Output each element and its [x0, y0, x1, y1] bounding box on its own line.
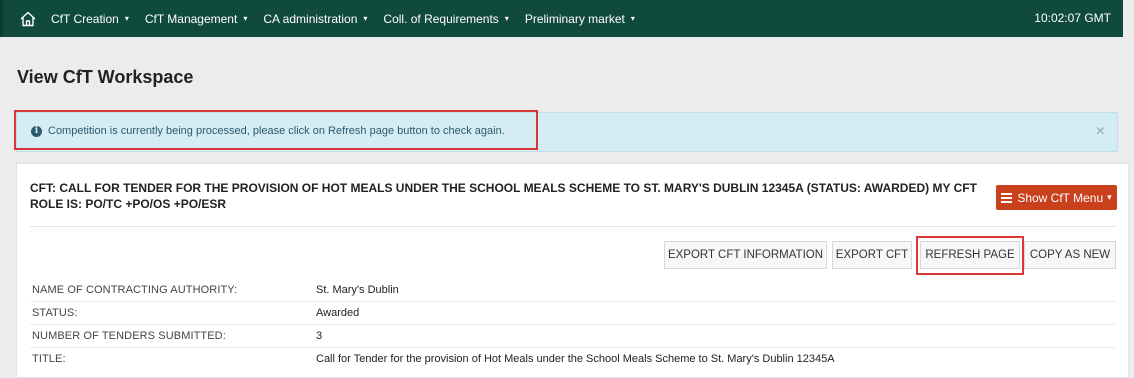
export-cft-information-button[interactable]: EXPORT CFT INFORMATION	[664, 241, 827, 269]
clock: 10:02:07 GMT	[1034, 11, 1111, 25]
detail-row: TITLE: Call for Tender for the provision…	[30, 348, 1116, 371]
chevron-down-icon: ▾	[124, 13, 129, 23]
export-cft-button[interactable]: EXPORT CFT	[832, 241, 912, 269]
refresh-page-button[interactable]: REFRESH PAGE	[920, 241, 1020, 269]
chevron-down-icon: ▾	[630, 13, 635, 23]
show-menu-label: Show CfT Menu	[1017, 190, 1104, 205]
info-alert: i Competition is currently being process…	[16, 112, 1118, 152]
nav-item-coll-of-requirements[interactable]: Coll. of Requirements ▾	[383, 12, 508, 26]
detail-label: STATUS:	[32, 307, 78, 319]
home-icon[interactable]	[17, 8, 39, 30]
alert-message: Competition is currently being processed…	[48, 125, 505, 137]
nav-item-preliminary-market[interactable]: Preliminary market ▾	[525, 12, 635, 26]
nav-item-label: Preliminary market	[524, 11, 625, 26]
nav-item-cft-management[interactable]: CfT Management ▾	[145, 12, 248, 26]
cft-heading: CFT: CALL FOR TENDER FOR THE PROVISION O…	[30, 181, 977, 211]
detail-label: NUMBER OF TENDERS SUBMITTED:	[32, 330, 226, 342]
chevron-down-icon: ▾	[504, 13, 509, 23]
detail-row: NUMBER OF TENDERS SUBMITTED: 3	[30, 325, 1116, 348]
nav-item-ca-administration[interactable]: CA administration ▾	[263, 12, 367, 26]
detail-row: NAME OF CONTRACTING AUTHORITY: St. Mary'…	[30, 279, 1116, 302]
info-icon: i	[31, 125, 42, 137]
page-title: View CfT Workspace	[17, 67, 194, 87]
chevron-down-icon: ▾	[1107, 192, 1112, 202]
nav-item-cft-creation[interactable]: CfT Creation ▾	[51, 12, 129, 26]
list-icon	[1001, 191, 1013, 205]
detail-value: St. Mary's Dublin	[316, 284, 399, 296]
detail-value: Call for Tender for the provision of Hot…	[316, 353, 835, 365]
nav-item-label: CfT Creation	[51, 11, 119, 26]
cft-panel: CFT: CALL FOR TENDER FOR THE PROVISION O…	[16, 163, 1129, 378]
detail-label: TITLE:	[32, 353, 66, 365]
detail-value: 3	[316, 330, 323, 342]
detail-label: NAME OF CONTRACTING AUTHORITY:	[32, 284, 238, 296]
divider	[30, 226, 1116, 227]
chevron-down-icon: ▾	[243, 13, 248, 23]
alert-content: i Competition is currently being process…	[31, 125, 505, 137]
top-navigation-bar: CfT Creation ▾ CfT Management ▾ CA admin…	[0, 0, 1123, 37]
nav-item-label: CA administration	[263, 11, 358, 26]
detail-value: Awarded	[316, 307, 360, 319]
close-icon[interactable]: ×	[1096, 124, 1105, 140]
nav-item-label: Coll. of Requirements	[383, 11, 499, 26]
detail-row: STATUS: Awarded	[30, 302, 1116, 325]
show-cft-menu-button[interactable]: Show CfT Menu ▾	[996, 185, 1117, 210]
nav-item-label: CfT Management	[144, 11, 238, 26]
copy-as-new-button[interactable]: COPY AS NEW	[1024, 241, 1116, 269]
chevron-down-icon: ▾	[363, 13, 368, 23]
